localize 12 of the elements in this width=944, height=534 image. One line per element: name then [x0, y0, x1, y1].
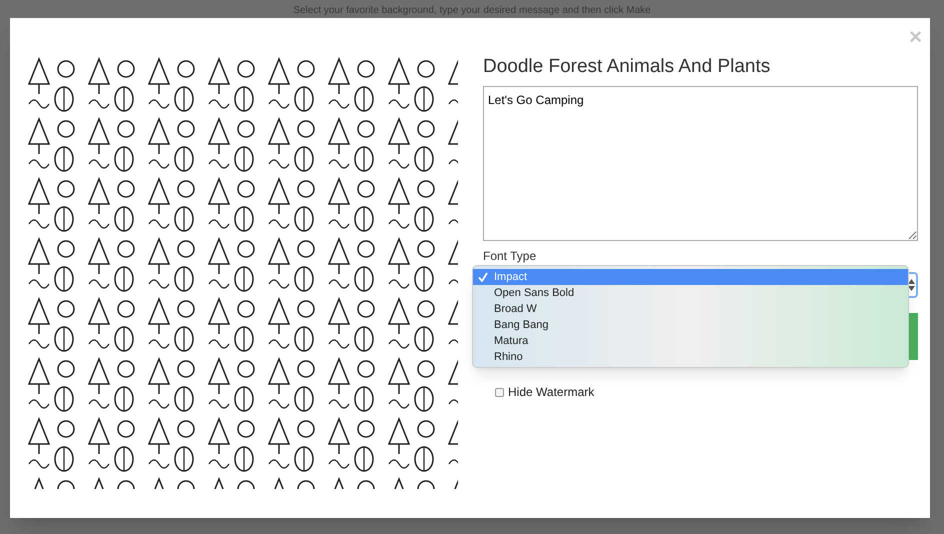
- checkmark-icon: [478, 272, 488, 282]
- font-type-label: Font Type: [483, 248, 538, 265]
- message-textarea[interactable]: Let's Go Camping: [483, 86, 918, 241]
- font-option[interactable]: Broad W: [473, 301, 908, 317]
- checkbox[interactable]: [495, 388, 504, 396]
- font-option[interactable]: Matura: [473, 333, 908, 349]
- dialog-title: Doodle Forest Animals And Plants: [483, 57, 772, 76]
- font-option[interactable]: Bang Bang: [473, 317, 908, 333]
- hide-watermark-checkbox[interactable]: Hide Watermark: [495, 383, 918, 401]
- font-option[interactable]: Open Sans Bold: [473, 285, 908, 301]
- up-down-arrows-icon: [908, 279, 915, 291]
- font-option[interactable]: Rhino: [473, 349, 908, 365]
